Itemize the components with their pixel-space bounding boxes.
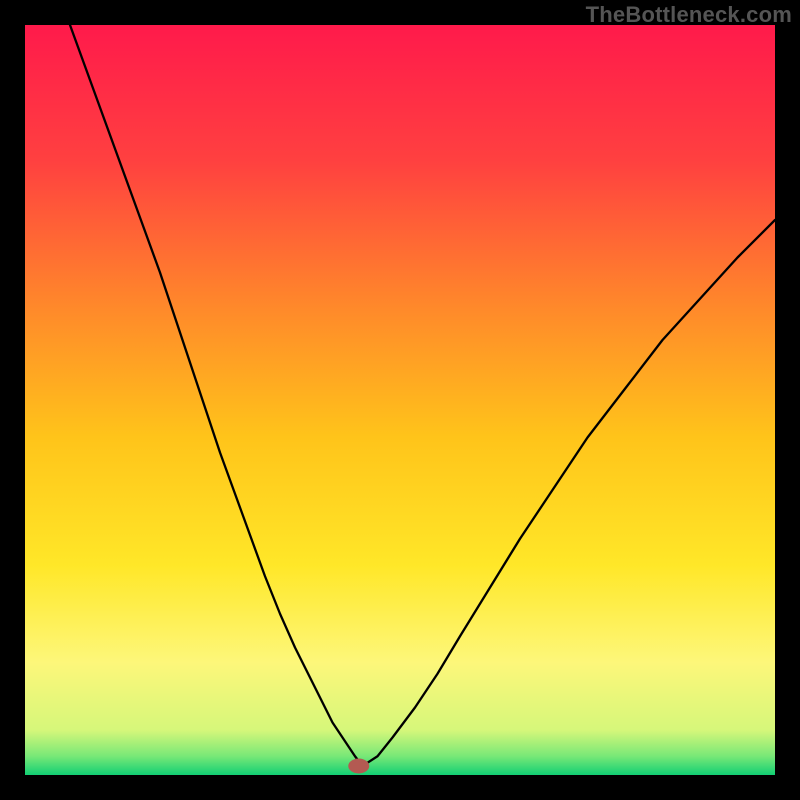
watermark-text: TheBottleneck.com (586, 2, 792, 28)
outer-black-frame: TheBottleneck.com (0, 0, 800, 800)
bottleneck-chart (25, 25, 775, 775)
optimal-marker (348, 759, 369, 774)
gradient-background (25, 25, 775, 775)
